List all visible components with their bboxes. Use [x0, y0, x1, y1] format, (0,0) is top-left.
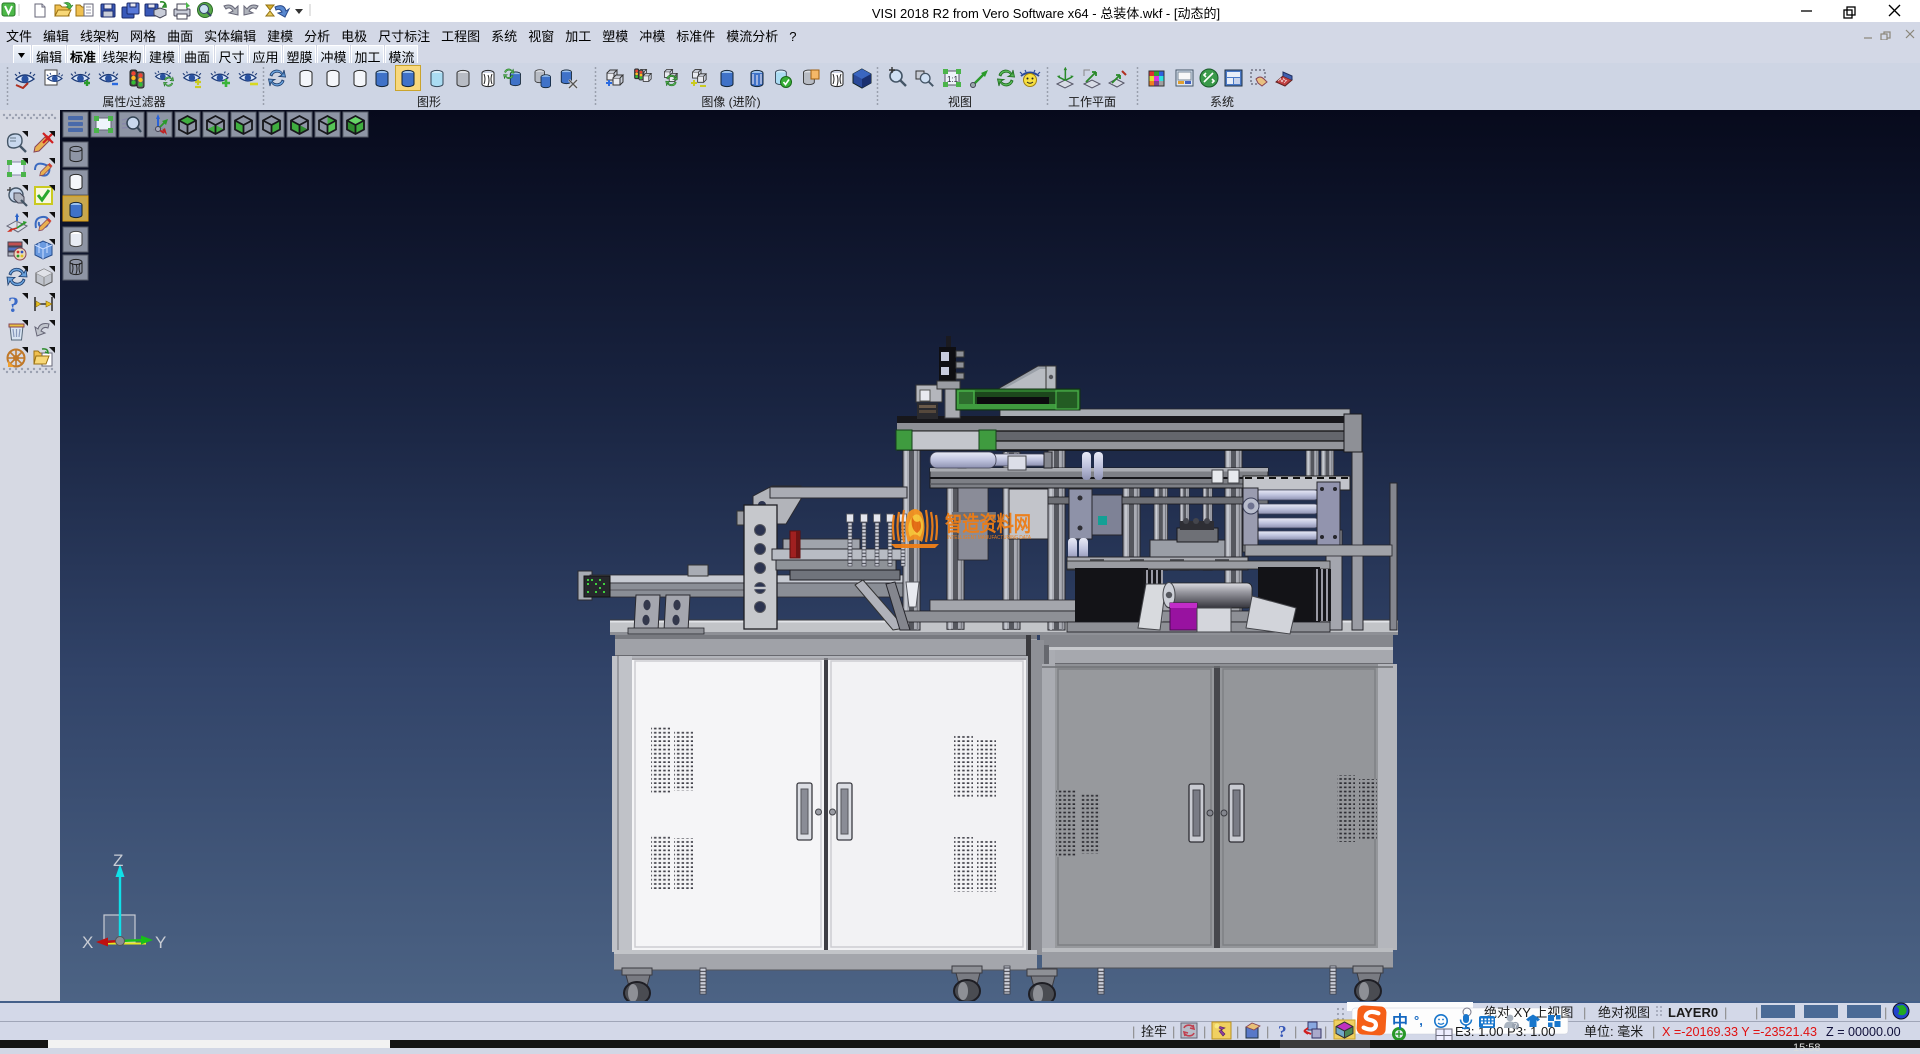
svg-text:?: ?	[8, 292, 19, 317]
svg-text:7: 7	[1514, 1024, 1518, 1031]
svg-text:?: ?	[1278, 1022, 1287, 1040]
svg-text:°,: °,	[1414, 1013, 1423, 1028]
svg-text:|: |	[1172, 1024, 1175, 1039]
svg-text:智造资料网: 智造资料网	[945, 512, 1031, 536]
svg-text:中: 中	[1392, 1012, 1408, 1031]
svg-text:|: |	[1294, 1024, 1297, 1039]
svg-text:Y: Y	[155, 933, 166, 952]
svg-text:X: X	[82, 933, 93, 952]
svg-text:|: |	[1266, 1024, 1269, 1039]
svg-text:拴牢: 拴牢	[1141, 1024, 1167, 1039]
svg-text:|: |	[1652, 1024, 1655, 1039]
svg-text:|: |	[1236, 1024, 1239, 1039]
svg-text:LAYER0: LAYER0	[1668, 1005, 1718, 1020]
svg-text:INTELLIGENT MANUFACTURING DATA: INTELLIGENT MANUFACTURING DATA	[947, 535, 1031, 541]
svg-text:X =-20169.33 Y =-23521.43: X =-20169.33 Y =-23521.43	[1662, 1025, 1817, 1039]
svg-text:绝对视图: 绝对视图	[1598, 1005, 1650, 1020]
svg-text:|: |	[1884, 1005, 1887, 1020]
svg-text:|: |	[1583, 1005, 1586, 1020]
svg-text:|: |	[1132, 1024, 1135, 1039]
svg-text:Z: Z	[113, 851, 123, 870]
svg-text:|: |	[1724, 1005, 1727, 1020]
svg-text:Z = 00000.00: Z = 00000.00	[1826, 1025, 1901, 1039]
svg-text:|: |	[1203, 1024, 1206, 1039]
svg-text:|: |	[1755, 1005, 1758, 1020]
svg-text:|: |	[1324, 1024, 1327, 1039]
svg-text:单位: 毫米: 单位: 毫米	[1584, 1024, 1643, 1039]
